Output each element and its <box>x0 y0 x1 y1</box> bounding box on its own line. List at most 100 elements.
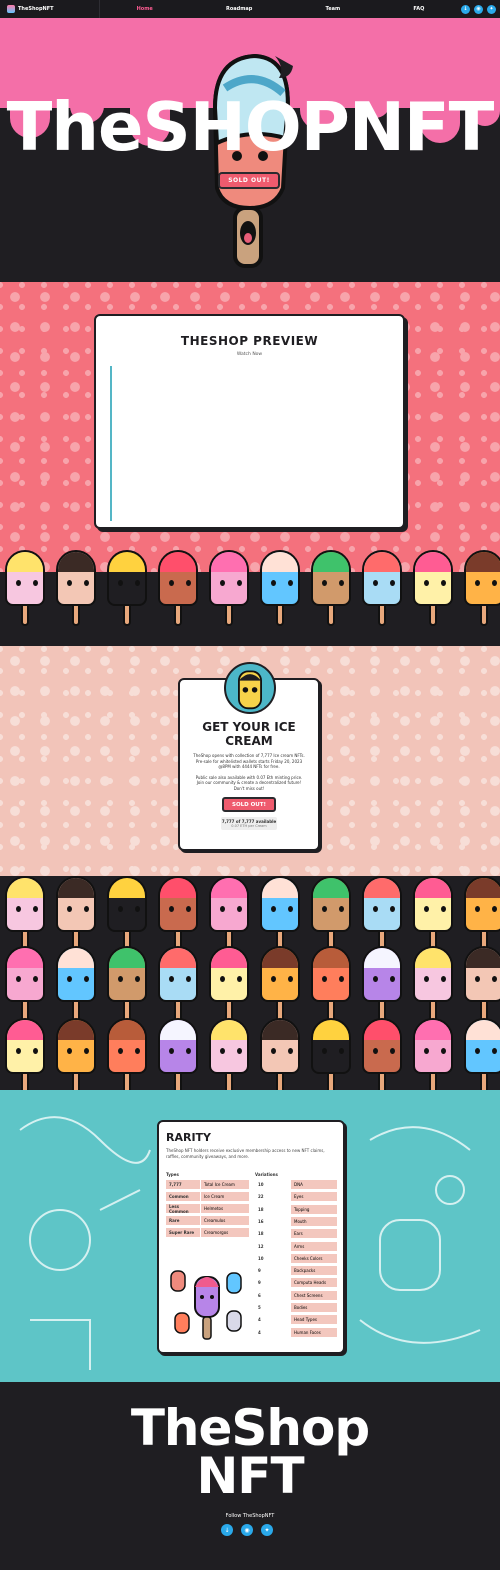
character-topping <box>364 878 400 898</box>
ice-cream-character <box>362 550 402 626</box>
character-head <box>107 550 147 606</box>
ice-cream-character <box>5 876 45 952</box>
type-name: Creamulos <box>201 1216 249 1225</box>
character-head <box>5 1018 45 1074</box>
variations-row: 10 Cheeks Colors <box>255 1253 337 1263</box>
types-row: Super Rare Creamorgos <box>166 1228 249 1237</box>
hero-sold-out-button[interactable]: SOLD OUT! <box>218 172 280 189</box>
character-head <box>260 1018 300 1074</box>
variation-name: Ears <box>291 1229 337 1239</box>
variations-row: 22 Eyes <box>255 1192 337 1202</box>
character-head <box>5 876 45 932</box>
character-head <box>311 550 351 606</box>
rarity-characters-illustration <box>170 1270 242 1340</box>
character-head <box>464 550 500 606</box>
character-head <box>209 946 249 1002</box>
character-head <box>5 946 45 1002</box>
ice-cream-character <box>413 946 453 1022</box>
price-per-cream: 0.07 ETH per Cream <box>231 824 267 828</box>
ice-cream-character <box>209 1018 249 1090</box>
mint-sold-out-button[interactable]: SOLD OUT! <box>222 797 276 812</box>
video-player[interactable] <box>110 366 112 521</box>
character-eyes <box>220 1048 242 1054</box>
character-head <box>311 946 351 1002</box>
ice-cream-character <box>362 876 402 952</box>
ice-cream-character <box>5 946 45 1022</box>
nav-link-roadmap[interactable]: Roadmap <box>226 6 252 12</box>
character-head <box>107 1018 147 1074</box>
character-eyes <box>322 976 344 982</box>
character-eyes <box>67 1048 89 1054</box>
character-head <box>158 876 198 932</box>
character-eyes <box>373 580 395 586</box>
ice-cream-character <box>311 876 351 952</box>
character-strip-1 <box>0 548 500 646</box>
character-head <box>362 1018 402 1074</box>
ice-cream-character <box>158 1018 198 1090</box>
character-head <box>158 1018 198 1074</box>
variation-count: 18 <box>258 1206 264 1212</box>
character-eyes <box>322 906 344 912</box>
variation-name: Arms <box>291 1241 337 1251</box>
ice-cream-character <box>107 550 147 626</box>
character-eyes <box>271 906 293 912</box>
character-topping <box>364 948 400 968</box>
ice-cream-character <box>260 876 300 952</box>
preview-title: THESHOP PREVIEW <box>180 334 319 348</box>
character-stick <box>429 1074 437 1090</box>
ice-cream-character <box>464 876 500 952</box>
preview-section: THESHOP PREVIEW Watch Now <box>0 282 500 572</box>
rarity-description: TheShop NFT holders receive exclusive me… <box>166 1148 325 1159</box>
twitter-icon[interactable]: ✦ <box>261 1524 273 1536</box>
twitter-icon[interactable]: ✦ <box>487 4 496 14</box>
character-topping <box>7 1020 43 1040</box>
discord-icon[interactable]: ◉ <box>474 4 483 14</box>
nav-link-home[interactable]: Home <box>137 6 153 12</box>
type-rarity: 7,777 <box>166 1180 200 1189</box>
variations-row: 5 Bodies <box>255 1303 337 1312</box>
character-head <box>107 946 147 1002</box>
ice-cream-character <box>158 550 198 626</box>
character-topping <box>415 948 451 968</box>
type-rarity: Rare <box>166 1216 200 1225</box>
character-head <box>56 1018 96 1074</box>
character-stick <box>327 1074 335 1090</box>
character-stick <box>378 1074 386 1090</box>
character-eyes <box>271 580 293 586</box>
download-icon[interactable]: ↓ <box>221 1524 233 1536</box>
character-topping <box>160 1020 196 1040</box>
variation-name: Human Faces <box>291 1327 337 1337</box>
character-topping <box>109 1020 145 1040</box>
type-name: Total Ice Cream <box>201 1180 249 1189</box>
variations-row: 12 Arms <box>255 1241 337 1251</box>
character-topping <box>211 1020 247 1040</box>
character-topping <box>109 878 145 898</box>
brand[interactable]: TheShopNFT <box>0 0 100 18</box>
rarity-section: RARITY TheShop NFT holders receive exclu… <box>0 1090 500 1382</box>
ice-cream-character <box>158 876 198 952</box>
mint-avatar <box>224 662 276 714</box>
character-topping <box>364 552 400 572</box>
character-head <box>209 1018 249 1074</box>
follow-label: Follow TheShopNFT <box>225 1513 275 1519</box>
footer-title-line: NFT <box>196 1447 304 1505</box>
character-topping <box>313 552 349 572</box>
download-icon[interactable]: ↓ <box>461 4 470 14</box>
variation-count: 22 <box>258 1194 264 1200</box>
variation-name: Chest Screens <box>291 1290 337 1300</box>
nav-social: ↓ ◉ ✦ <box>461 4 500 14</box>
character-stick <box>21 1074 29 1090</box>
footer-title: TheShop NFT <box>0 1403 500 1505</box>
character-topping <box>160 552 196 572</box>
character-topping <box>211 552 247 572</box>
nav-link-faq[interactable]: FAQ <box>413 6 424 12</box>
mint-title-line: GET YOUR ICE <box>202 720 296 734</box>
nav-link-team[interactable]: Team <box>326 6 341 12</box>
character-topping <box>109 948 145 968</box>
rarity-title: RARITY <box>166 1131 212 1144</box>
character-eyes <box>169 976 191 982</box>
character-head <box>464 1018 500 1074</box>
discord-icon[interactable]: ◉ <box>241 1524 253 1536</box>
variation-name: Head Types <box>291 1315 337 1325</box>
type-rarity: Common <box>166 1192 200 1201</box>
